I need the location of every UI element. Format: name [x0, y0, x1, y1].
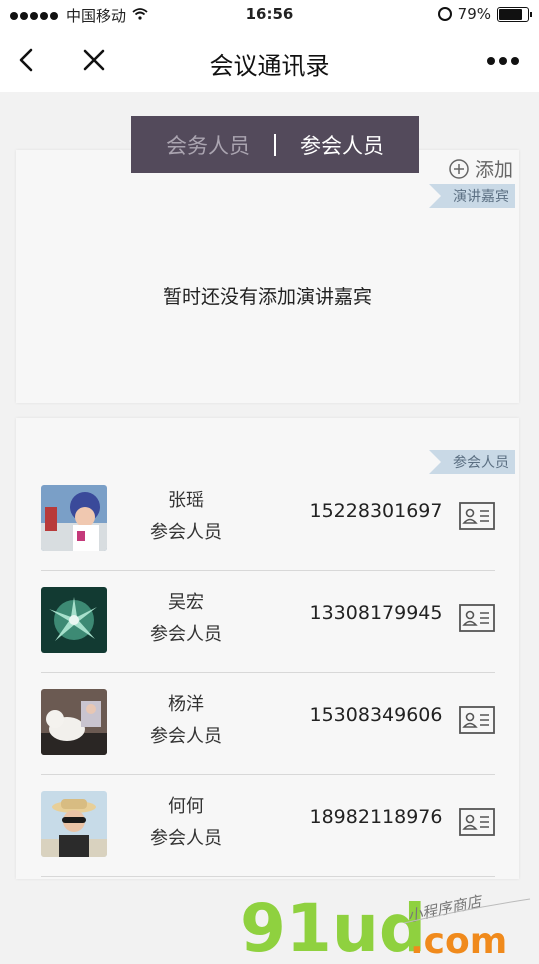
contact-card-icon[interactable] [459, 502, 495, 530]
battery-percent: 79% [457, 5, 491, 23]
contact-card-icon[interactable] [459, 604, 495, 632]
attendee-name: 吴宏 [168, 592, 204, 613]
contact-card-icon[interactable] [459, 808, 495, 836]
attendee-phone[interactable]: 18982118976 [301, 806, 451, 828]
attendee-phone[interactable]: 15228301697 [301, 500, 451, 522]
speakers-card: 添加 演讲嘉宾 暂时还没有添加演讲嘉宾 [16, 150, 519, 403]
more-icon[interactable] [485, 51, 521, 71]
attendee-row[interactable]: 何何 参会人员 18982118976 [41, 774, 495, 877]
avatar [41, 587, 107, 653]
attendee-role: 参会人员 [150, 522, 222, 543]
watermark-suffix: .com [410, 921, 507, 960]
add-speaker-button[interactable]: 添加 [449, 155, 513, 182]
empty-speakers-text: 暂时还没有添加演讲嘉宾 [162, 286, 372, 308]
attendee-phone[interactable]: 13308179945 [301, 602, 451, 624]
watermark-logo: 91ud .com 小程序商店 [240, 885, 539, 964]
nav-bar: 会议通讯录 [0, 30, 539, 92]
status-right: 79% [437, 5, 532, 23]
tab-attendees[interactable]: 参会人员 [276, 130, 408, 160]
attendee-role: 参会人员 [150, 726, 222, 747]
attendee-name: 何何 [168, 796, 204, 817]
page-title: 会议通讯录 [209, 52, 330, 80]
tab-staff[interactable]: 会务人员 [142, 130, 274, 160]
status-bar: 中国移动 16:56 79% [0, 0, 539, 30]
attendee-row[interactable]: 杨洋 参会人员 15308349606 [41, 672, 495, 775]
avatar [41, 689, 107, 755]
segmented-tabs: 会务人员 参会人员 [131, 116, 419, 173]
avatar [41, 791, 107, 857]
speakers-ribbon: 演讲嘉宾 [429, 184, 515, 208]
add-label: 添加 [474, 159, 513, 181]
attendee-row[interactable]: 吴宏 参会人员 13308179945 [41, 570, 495, 673]
attendee-role: 参会人员 [150, 624, 222, 645]
alarm-icon [437, 7, 452, 21]
attendee-phone[interactable]: 15308349606 [301, 704, 451, 726]
contact-card-icon[interactable] [459, 706, 495, 734]
attendee-row[interactable]: 张瑶 参会人员 15228301697 [41, 468, 495, 571]
attendee-role: 参会人员 [150, 828, 222, 849]
battery-icon [497, 6, 532, 22]
attendee-name: 张瑶 [168, 490, 204, 511]
watermark-brand: 91ud [240, 890, 426, 960]
attendee-name: 杨洋 [168, 694, 204, 715]
attendees-card: 参会人员 张瑶 参会人员 15228301697 吴宏 参会人员 1330817… [16, 418, 519, 879]
plus-circle-icon [449, 158, 469, 179]
avatar [41, 485, 107, 551]
